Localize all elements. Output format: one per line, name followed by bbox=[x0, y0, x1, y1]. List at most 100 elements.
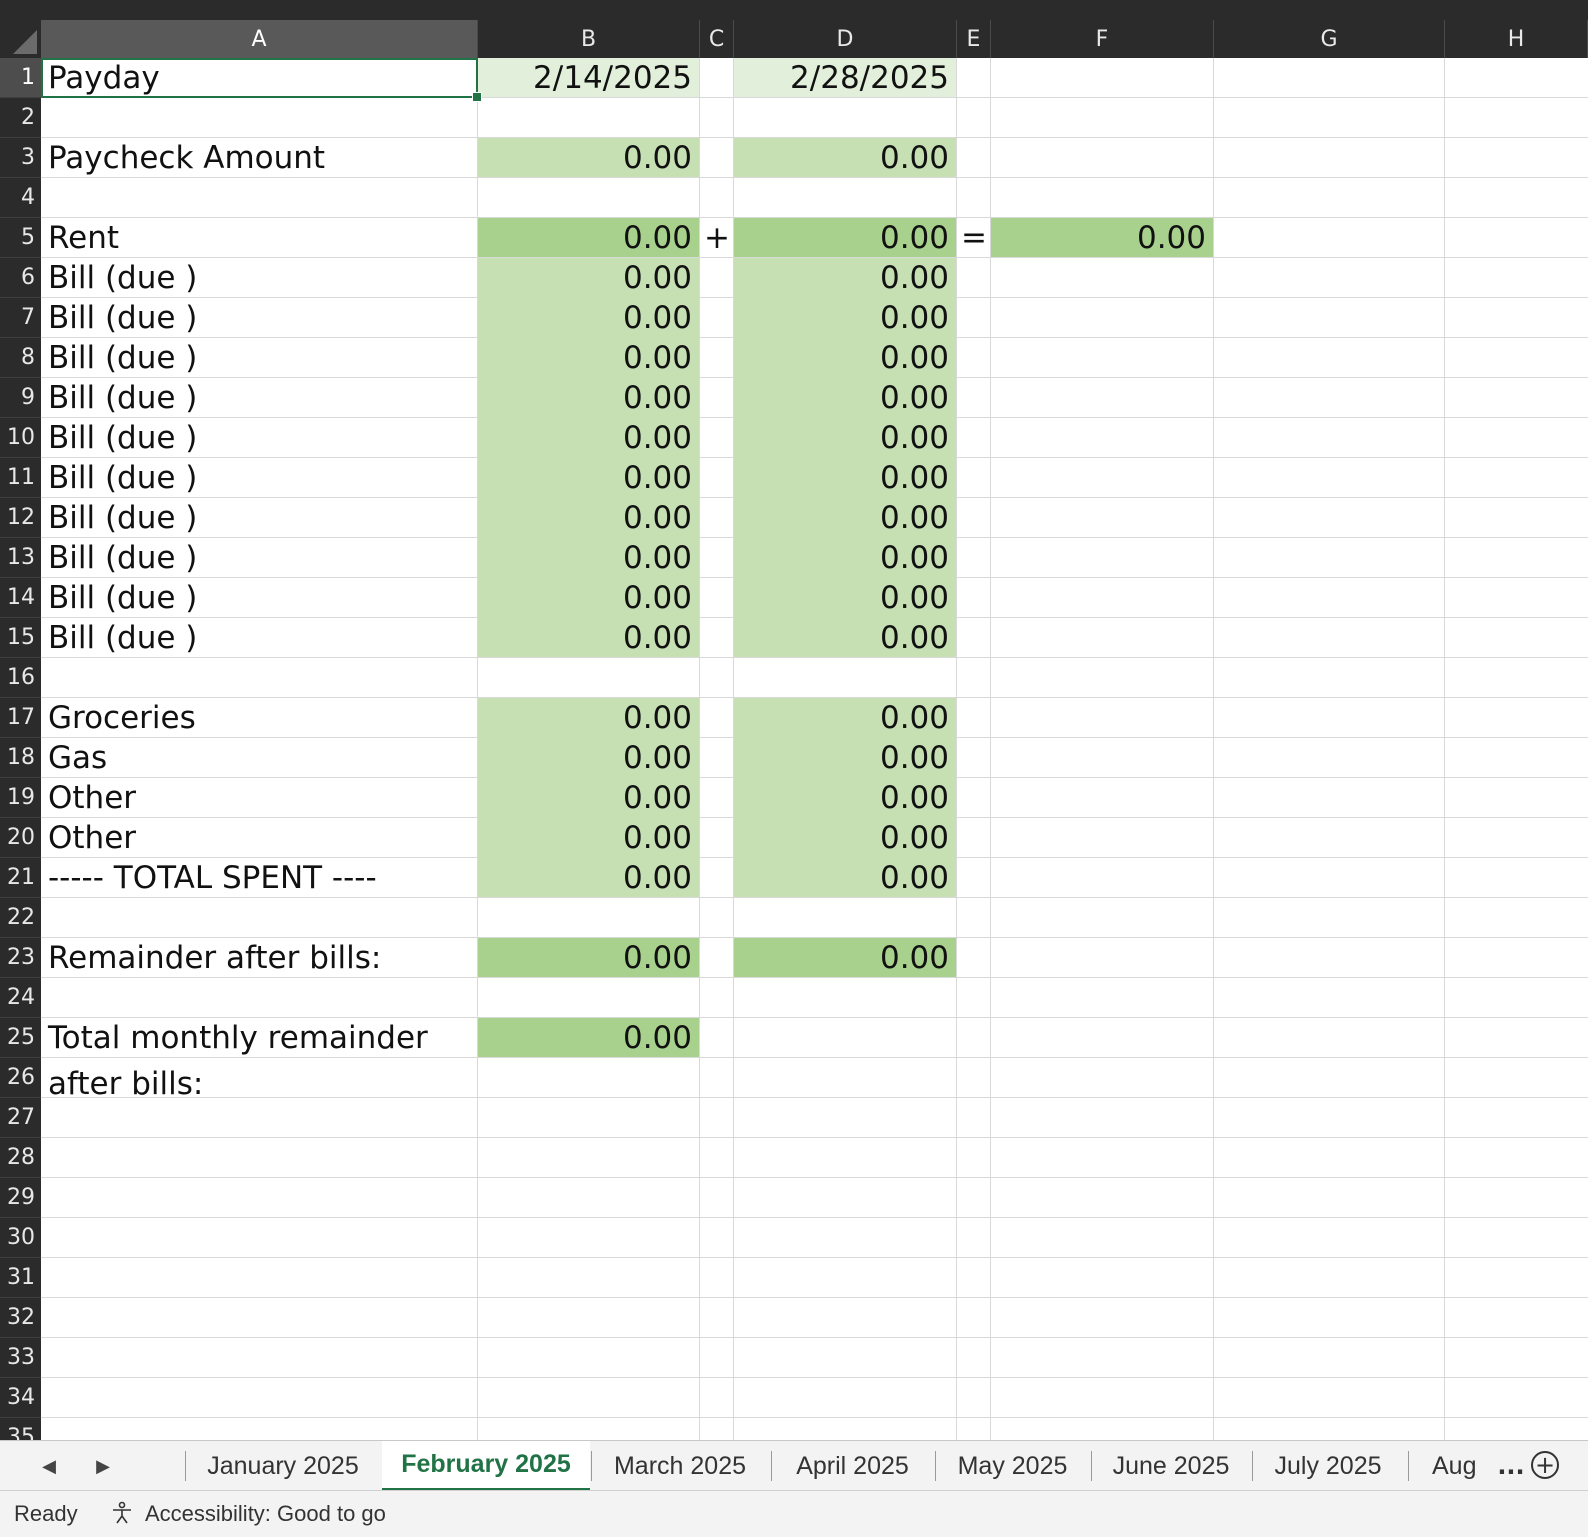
cell-a26[interactable]: after bills: bbox=[41, 1064, 501, 1104]
cell-b21[interactable]: 0.00 bbox=[478, 858, 700, 898]
sheet-tab-february-2025[interactable]: February 2025 bbox=[382, 1441, 590, 1491]
row-header-24[interactable]: 24 bbox=[0, 978, 41, 1018]
cell-b19[interactable]: 0.00 bbox=[478, 778, 700, 818]
accessibility-icon[interactable] bbox=[110, 1501, 134, 1525]
cell-a20[interactable]: Other bbox=[41, 818, 501, 858]
row-header-6[interactable]: 6 bbox=[0, 258, 41, 298]
cell-b15[interactable]: 0.00 bbox=[478, 618, 700, 658]
row-header-10[interactable]: 10 bbox=[0, 418, 41, 458]
row-header-19[interactable]: 19 bbox=[0, 778, 41, 818]
cell-b5[interactable]: 0.00 bbox=[478, 218, 700, 258]
cell-a13[interactable]: Bill (due ) bbox=[41, 538, 501, 578]
sheet-tab-march-2025[interactable]: March 2025 bbox=[591, 1441, 769, 1491]
cell-b18[interactable]: 0.00 bbox=[478, 738, 700, 778]
row-header-20[interactable]: 20 bbox=[0, 818, 41, 858]
cell-a3[interactable]: Paycheck Amount bbox=[41, 138, 501, 178]
cell-d1[interactable]: 2/28/2025 bbox=[734, 58, 957, 98]
cell-a17[interactable]: Groceries bbox=[41, 698, 501, 738]
row-header-1[interactable]: 1 bbox=[0, 58, 41, 98]
cell-b13[interactable]: 0.00 bbox=[478, 538, 700, 578]
cell-d11[interactable]: 0.00 bbox=[734, 458, 957, 498]
cell-d10[interactable]: 0.00 bbox=[734, 418, 957, 458]
cell-b23[interactable]: 0.00 bbox=[478, 938, 700, 978]
cell-b7[interactable]: 0.00 bbox=[478, 298, 700, 338]
cell-b25[interactable]: 0.00 bbox=[478, 1018, 700, 1058]
cell-a5[interactable]: Rent bbox=[41, 218, 501, 258]
row-header-28[interactable]: 28 bbox=[0, 1138, 41, 1178]
row-header-3[interactable]: 3 bbox=[0, 138, 41, 178]
row-header-16[interactable]: 16 bbox=[0, 658, 41, 698]
cell-e5[interactable]: = bbox=[957, 218, 991, 258]
cell-d8[interactable]: 0.00 bbox=[734, 338, 957, 378]
more-tabs-button[interactable]: ... bbox=[1496, 1441, 1526, 1491]
row-header-33[interactable]: 33 bbox=[0, 1338, 41, 1378]
row-header-31[interactable]: 31 bbox=[0, 1258, 41, 1298]
cell-d13[interactable]: 0.00 bbox=[734, 538, 957, 578]
row-header-9[interactable]: 9 bbox=[0, 378, 41, 418]
cell-a18[interactable]: Gas bbox=[41, 738, 501, 778]
row-header-29[interactable]: 29 bbox=[0, 1178, 41, 1218]
row-header-30[interactable]: 30 bbox=[0, 1218, 41, 1258]
cell-d5[interactable]: 0.00 bbox=[734, 218, 957, 258]
cell-a12[interactable]: Bill (due ) bbox=[41, 498, 501, 538]
cell-d3[interactable]: 0.00 bbox=[734, 138, 957, 178]
worksheet-grid[interactable]: Payday Paycheck Amount Rent Bill (due ) Bill… bbox=[41, 58, 1588, 1440]
cell-b17[interactable]: 0.00 bbox=[478, 698, 700, 738]
cell-d21[interactable]: 0.00 bbox=[734, 858, 957, 898]
cell-a15[interactable]: Bill (due ) bbox=[41, 618, 501, 658]
sheet-tab-june-2025[interactable]: June 2025 bbox=[1091, 1441, 1251, 1491]
row-header-34[interactable]: 34 bbox=[0, 1378, 41, 1418]
select-all-corner[interactable] bbox=[0, 0, 41, 58]
cell-a6[interactable]: Bill (due ) bbox=[41, 258, 501, 298]
sheet-tab-january-2025[interactable]: January 2025 bbox=[185, 1441, 381, 1491]
row-header-7[interactable]: 7 bbox=[0, 298, 41, 338]
cell-d18[interactable]: 0.00 bbox=[734, 738, 957, 778]
cell-b20[interactable]: 0.00 bbox=[478, 818, 700, 858]
fill-handle[interactable] bbox=[472, 92, 482, 102]
cell-b12[interactable]: 0.00 bbox=[478, 498, 700, 538]
row-header-11[interactable]: 11 bbox=[0, 458, 41, 498]
column-header-f[interactable]: F bbox=[991, 20, 1214, 58]
cell-a14[interactable]: Bill (due ) bbox=[41, 578, 501, 618]
column-header-d[interactable]: D bbox=[734, 20, 957, 58]
row-header-26[interactable]: 26 bbox=[0, 1058, 41, 1098]
cell-d19[interactable]: 0.00 bbox=[734, 778, 957, 818]
cell-d23[interactable]: 0.00 bbox=[734, 938, 957, 978]
cell-b10[interactable]: 0.00 bbox=[478, 418, 700, 458]
scroll-tabs-left-icon[interactable]: ◀ bbox=[34, 1441, 64, 1491]
cell-a25[interactable]: Total monthly remainder bbox=[41, 1018, 501, 1058]
cell-c5[interactable]: + bbox=[700, 218, 734, 258]
cell-d20[interactable]: 0.00 bbox=[734, 818, 957, 858]
row-header-25[interactable]: 25 bbox=[0, 1018, 41, 1058]
cell-a23[interactable]: Remainder after bills: bbox=[41, 938, 501, 978]
cell-b8[interactable]: 0.00 bbox=[478, 338, 700, 378]
cell-d6[interactable]: 0.00 bbox=[734, 258, 957, 298]
cell-b9[interactable]: 0.00 bbox=[478, 378, 700, 418]
cell-f5[interactable]: 0.00 bbox=[991, 218, 1214, 258]
sheet-tab-aug[interactable]: Aug bbox=[1408, 1441, 1494, 1491]
cell-d12[interactable]: 0.00 bbox=[734, 498, 957, 538]
cell-a21[interactable]: ----- TOTAL SPENT ---- bbox=[41, 858, 501, 898]
scroll-tabs-right-icon[interactable]: ▶ bbox=[88, 1441, 118, 1491]
cell-d7[interactable]: 0.00 bbox=[734, 298, 957, 338]
row-header-18[interactable]: 18 bbox=[0, 738, 41, 778]
row-header-23[interactable]: 23 bbox=[0, 938, 41, 978]
column-header-a[interactable]: A bbox=[41, 20, 478, 58]
cell-b11[interactable]: 0.00 bbox=[478, 458, 700, 498]
cell-d9[interactable]: 0.00 bbox=[734, 378, 957, 418]
row-header-12[interactable]: 12 bbox=[0, 498, 41, 538]
row-header-15[interactable]: 15 bbox=[0, 618, 41, 658]
cell-a7[interactable]: Bill (due ) bbox=[41, 298, 501, 338]
cell-a19[interactable]: Other bbox=[41, 778, 501, 818]
row-header-17[interactable]: 17 bbox=[0, 698, 41, 738]
row-header-27[interactable]: 27 bbox=[0, 1098, 41, 1138]
row-header-35[interactable]: 35 bbox=[0, 1418, 41, 1440]
sheet-tab-july-2025[interactable]: July 2025 bbox=[1252, 1441, 1404, 1491]
row-header-13[interactable]: 13 bbox=[0, 538, 41, 578]
status-accessibility[interactable]: Accessibility: Good to go bbox=[145, 1501, 386, 1527]
sheet-tab-april-2025[interactable]: April 2025 bbox=[771, 1441, 934, 1491]
row-header-5[interactable]: 5 bbox=[0, 218, 41, 258]
cell-b6[interactable]: 0.00 bbox=[478, 258, 700, 298]
add-sheet-icon[interactable]: + bbox=[1531, 1451, 1559, 1479]
cell-a11[interactable]: Bill (due ) bbox=[41, 458, 501, 498]
